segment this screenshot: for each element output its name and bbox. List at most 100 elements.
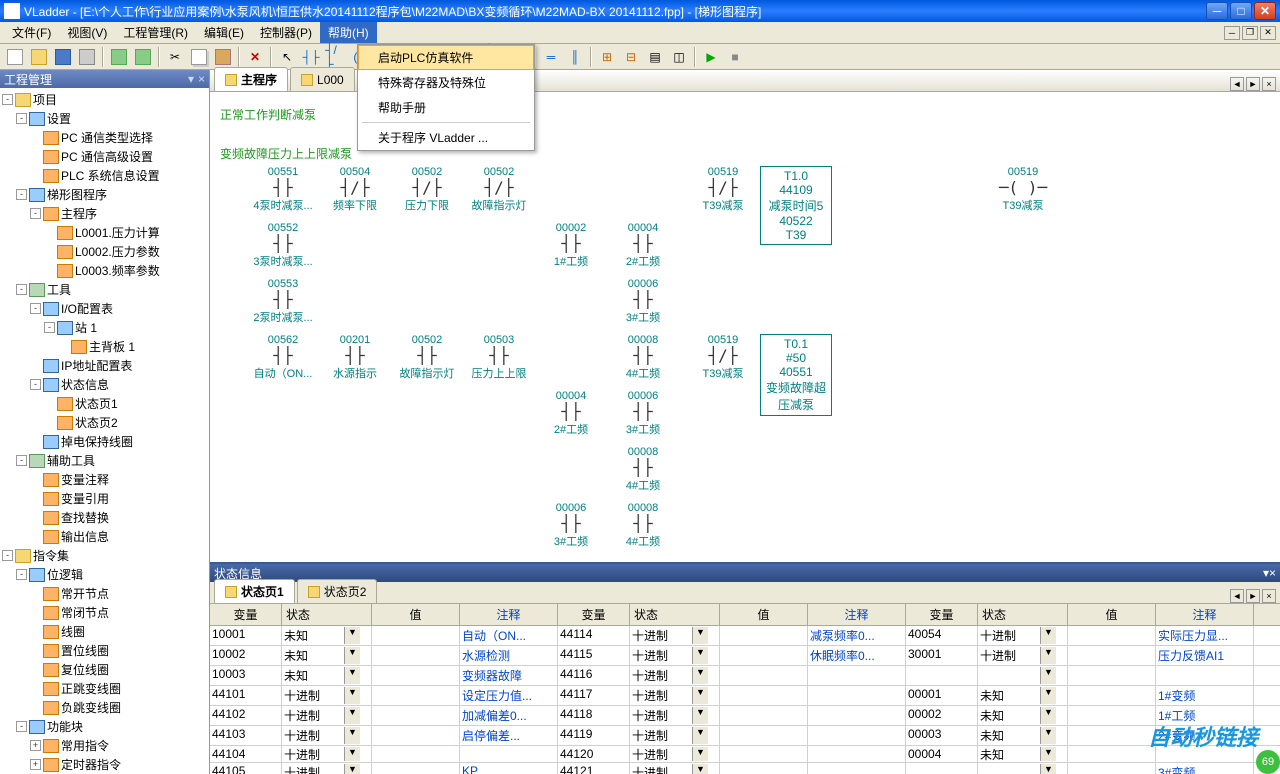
run-icon[interactable]: ▶ xyxy=(700,46,722,68)
grid-cell[interactable]: ▼ xyxy=(282,626,372,645)
tree-node[interactable]: 置位线圈 xyxy=(2,641,207,660)
dropdown-icon[interactable]: ▼ xyxy=(344,667,360,684)
dropdown-icon[interactable]: ▼ xyxy=(1040,707,1056,724)
tree-node[interactable]: -设置 xyxy=(2,109,207,128)
grid-cell[interactable]: 00003 xyxy=(906,726,978,745)
dropdown-icon[interactable]: ▼ xyxy=(344,707,360,724)
contact-no-icon[interactable]: ┤├ xyxy=(300,46,322,68)
ladder-function-block[interactable]: T1.044109减泵时间540522T39 xyxy=(760,166,832,245)
tree-node[interactable]: 变量引用 xyxy=(2,489,207,508)
dropdown-icon[interactable]: ▼ xyxy=(344,687,360,704)
grid-cell[interactable]: ▼ xyxy=(282,686,372,705)
grid-cell[interactable]: 44103 xyxy=(210,726,282,745)
grid-cell[interactable]: ▼ xyxy=(282,726,372,745)
tree-node[interactable]: -主程序 xyxy=(2,204,207,223)
dropdown-item-0[interactable]: 启动PLC仿真软件 xyxy=(358,45,534,70)
tree-node[interactable]: PC 通信高级设置 xyxy=(2,147,207,166)
dropdown-icon[interactable]: ▼ xyxy=(344,747,360,761)
dropdown-icon[interactable]: ▼ xyxy=(1040,747,1056,761)
dropdown-icon[interactable]: ▼ xyxy=(344,764,360,774)
tab-close-icon[interactable]: × xyxy=(1262,77,1276,91)
grid-header-cell[interactable]: 状态 xyxy=(630,604,720,625)
dropdown-icon[interactable]: ▼ xyxy=(692,627,708,644)
tree-node[interactable]: +定时器指令 xyxy=(2,755,207,774)
grid-cell[interactable]: ▼ xyxy=(630,726,720,745)
grid-cell[interactable]: ▼ xyxy=(630,706,720,725)
ladder-element[interactable]: 00504┤/├频率下限 xyxy=(322,166,388,213)
tree-node[interactable]: 状态页1 xyxy=(2,394,207,413)
ladder-element[interactable]: 00008┤├4#工频 xyxy=(610,334,676,381)
menu-1[interactable]: 视图(V) xyxy=(59,22,115,43)
ladder-element[interactable]: 00008┤├4#工频 xyxy=(610,502,676,549)
menu-4[interactable]: 控制器(P) xyxy=(252,22,320,43)
pin-icon[interactable]: ▾ xyxy=(188,72,194,86)
grid-cell[interactable]: ▼ xyxy=(630,686,720,705)
hline-icon[interactable]: ═ xyxy=(540,46,562,68)
grid-header-cell[interactable]: 值 xyxy=(1068,604,1156,625)
grid-cell[interactable]: ▼ xyxy=(978,706,1068,725)
status-tab-0[interactable]: 状态页1 xyxy=(214,579,295,603)
grid-header-cell[interactable]: 注释 xyxy=(808,604,906,625)
ladder-element[interactable]: 00553┤├2泵时减泵... xyxy=(250,278,316,325)
ladder-element[interactable]: 00006┤├3#工频 xyxy=(538,502,604,549)
grid-cell[interactable]: 40054 xyxy=(906,626,978,645)
tree-node[interactable]: 掉电保持线圈 xyxy=(2,432,207,451)
dropdown-icon[interactable]: ▼ xyxy=(1040,687,1056,704)
mon-icon[interactable]: ◫ xyxy=(668,46,690,68)
tree-icon[interactable]: ⊞ xyxy=(596,46,618,68)
grid-header-cell[interactable]: 注释 xyxy=(460,604,558,625)
grid-cell[interactable]: 10002 xyxy=(210,646,282,665)
grid-cell[interactable]: ▼ xyxy=(630,746,720,762)
grid-cell[interactable]: 00004 xyxy=(906,746,978,762)
grid-header-cell[interactable]: 变量 xyxy=(906,604,978,625)
minimize-button[interactable]: ─ xyxy=(1206,2,1228,20)
dropdown-icon[interactable]: ▼ xyxy=(692,764,708,774)
dropdown-icon[interactable]: ▼ xyxy=(344,727,360,744)
menu-2[interactable]: 工程管理(R) xyxy=(115,22,196,43)
tree-node[interactable]: L0003.频率参数 xyxy=(2,261,207,280)
mdi-restore[interactable]: ❐ xyxy=(1242,26,1258,40)
delete-icon[interactable]: ✕ xyxy=(244,46,266,68)
tree-node[interactable]: -工具 xyxy=(2,280,207,299)
vline-icon[interactable]: ║ xyxy=(564,46,586,68)
ladder-element[interactable]: 00519─( )─T39减泵 xyxy=(990,166,1056,213)
grid-cell[interactable]: 44101 xyxy=(210,686,282,705)
print-icon[interactable] xyxy=(76,46,98,68)
tree-node[interactable]: -位逻辑 xyxy=(2,565,207,584)
grid-cell[interactable]: 44105 xyxy=(210,763,282,774)
grid-header-cell[interactable]: 变量 xyxy=(558,604,630,625)
open-icon[interactable] xyxy=(28,46,50,68)
dropdown-icon[interactable]: ▼ xyxy=(692,647,708,664)
dropdown-icon[interactable]: ▼ xyxy=(1040,667,1056,684)
ladder-element[interactable]: 00008┤├4#工频 xyxy=(610,446,676,493)
grid-cell[interactable]: 44102 xyxy=(210,706,282,725)
grid-cell[interactable]: ▼ xyxy=(282,646,372,665)
ladder-element[interactable]: 00552┤├3泵时减泵... xyxy=(250,222,316,269)
paste-icon[interactable] xyxy=(212,46,234,68)
dropdown-item-1[interactable]: 特殊寄存器及特殊位 xyxy=(358,70,534,95)
grid-cell[interactable]: 44114 xyxy=(558,626,630,645)
dropdown-item-3[interactable]: 关于程序 VLadder ... xyxy=(358,125,534,150)
tree-node[interactable]: PC 通信类型选择 xyxy=(2,128,207,147)
ladder-element[interactable]: 00002┤├1#工频 xyxy=(538,222,604,269)
status-grid[interactable]: 变量状态值注释变量状态值注释变量状态值注释 10001▼自动（ON...4411… xyxy=(210,604,1280,774)
stop-icon[interactable]: ■ xyxy=(724,46,746,68)
ladder-element[interactable]: 00006┤├3#工频 xyxy=(610,278,676,325)
ladder-element[interactable]: 00519┤/├T39减泵 xyxy=(690,334,756,381)
dropdown-icon[interactable]: ▼ xyxy=(692,687,708,704)
grid-header-cell[interactable]: 值 xyxy=(720,604,808,625)
project-tree[interactable]: -项目-设置PC 通信类型选择PC 通信高级设置PLC 系统信息设置-梯形图程序… xyxy=(0,88,209,774)
grid-header-cell[interactable]: 变量 xyxy=(210,604,282,625)
ladder-function-block[interactable]: T0.1#5040551变频故障超压减泵 xyxy=(760,334,832,416)
grid-cell[interactable]: ▼ xyxy=(282,763,372,774)
tree-node[interactable]: 常开节点 xyxy=(2,584,207,603)
tree-node[interactable]: +常用指令 xyxy=(2,736,207,755)
dropdown-icon[interactable]: ▼ xyxy=(1040,727,1056,744)
grid-cell[interactable]: ▼ xyxy=(630,666,720,685)
dropdown-icon[interactable]: ▼ xyxy=(692,667,708,684)
grid-cell[interactable]: 44115 xyxy=(558,646,630,665)
grid-cell[interactable]: ▼ xyxy=(282,706,372,725)
grid-cell[interactable]: ▼ xyxy=(282,666,372,685)
grid-cell[interactable]: ▼ xyxy=(630,763,720,774)
sync-icon[interactable] xyxy=(108,46,130,68)
